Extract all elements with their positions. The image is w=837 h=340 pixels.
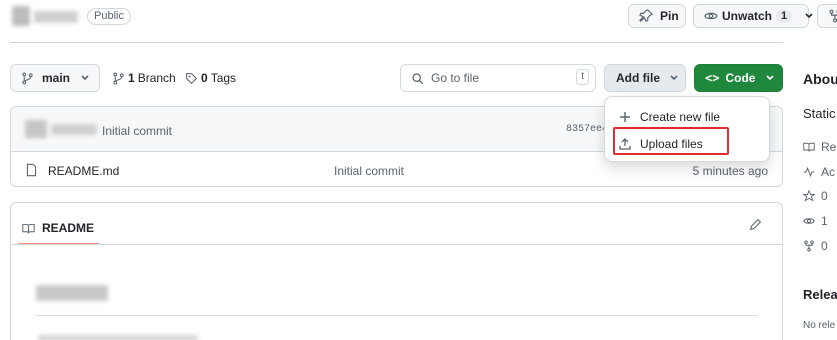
file-icon <box>26 163 37 177</box>
tags-link[interactable]: 0 Tags <box>185 71 236 85</box>
chevron-down-icon <box>81 75 89 81</box>
tag-label: Tags <box>210 71 237 85</box>
commit-hash[interactable]: 8357ee4 <box>566 124 608 135</box>
activity-icon <box>803 166 815 178</box>
readme-header-divider <box>11 244 782 245</box>
readme-tab[interactable]: README <box>18 213 98 243</box>
visibility-badge: Public <box>87 8 131 25</box>
eye-icon <box>704 12 718 20</box>
readme-link[interactable]: Re <box>803 140 836 154</box>
forks-link[interactable]: 0 <box>803 239 828 253</box>
add-file-button[interactable]: Add file <box>604 64 686 92</box>
repo-name[interactable] <box>34 11 78 23</box>
no-releases-text: No rele <box>803 320 836 331</box>
watch-count: 1 <box>776 9 793 23</box>
branch-icon <box>22 72 33 84</box>
repo-description: Static <box>803 106 836 121</box>
add-file-label: Add file <box>616 71 660 85</box>
watchers-link[interactable]: 1 <box>803 214 828 228</box>
create-new-file-label: Create new file <box>640 110 721 124</box>
go-to-file-search[interactable]: Go to file t <box>400 64 596 92</box>
upload-files-highlight <box>613 127 729 155</box>
unwatch-button[interactable]: Unwatch 1 <box>693 4 813 28</box>
fork-icon <box>829 9 837 23</box>
book-icon <box>22 223 35 233</box>
code-button[interactable]: <> Code <box>694 64 783 92</box>
readme-link-label: Re <box>821 140 837 154</box>
branch-icon <box>113 72 124 84</box>
book-icon <box>803 142 815 152</box>
stars-count: 0 <box>821 189 828 203</box>
readme-tab-label: README <box>42 221 95 235</box>
plus-icon <box>620 112 630 122</box>
code-label: Code <box>725 71 756 85</box>
file-name[interactable]: README.md <box>48 164 119 178</box>
fork-icon <box>804 240 814 252</box>
commit-author-name[interactable] <box>51 124 97 135</box>
edit-pencil-icon[interactable] <box>749 218 762 231</box>
commit-author-avatar[interactable] <box>25 120 47 138</box>
branch-name: main <box>42 71 71 85</box>
commit-message[interactable]: Initial commit <box>102 124 172 138</box>
branch-count: 1 <box>128 71 135 85</box>
activity-link-label: Ac <box>821 165 836 179</box>
header-divider <box>10 42 783 43</box>
star-icon <box>803 190 815 202</box>
chevron-down-icon <box>670 75 678 81</box>
chevron-down-icon <box>766 75 775 81</box>
eye-icon <box>803 218 815 224</box>
watchers-count: 1 <box>821 214 828 228</box>
about-heading: Abou <box>803 71 837 87</box>
search-placeholder: Go to file <box>431 71 480 85</box>
readme-body-content <box>38 335 198 340</box>
search-icon <box>412 72 424 84</box>
unwatch-label: Unwatch <box>722 9 773 23</box>
pin-button[interactable]: Pin <box>628 4 686 28</box>
repo-owner-avatar[interactable] <box>12 6 30 26</box>
pin-icon <box>639 9 653 23</box>
activity-link[interactable]: Ac <box>803 165 835 179</box>
fork-button[interactable] <box>817 4 837 28</box>
code-icon: <> <box>705 71 720 85</box>
tag-count: 0 <box>201 71 208 85</box>
releases-heading[interactable]: Relea <box>803 287 837 302</box>
branch-selector[interactable]: main <box>10 64 100 92</box>
stars-link[interactable]: 0 <box>803 189 828 203</box>
tag-icon <box>186 72 198 84</box>
readme-heading-rule <box>36 315 758 316</box>
shortcut-hint: t <box>576 69 589 85</box>
file-time: 5 minutes ago <box>692 164 768 178</box>
pin-label: Pin <box>660 9 679 23</box>
branches-link[interactable]: 1 Branch <box>112 71 176 85</box>
readme-heading-content <box>36 285 108 301</box>
file-commit-message[interactable]: Initial commit <box>334 164 404 178</box>
chevron-down-icon[interactable] <box>804 11 814 21</box>
readme-panel: README <box>10 202 783 340</box>
branch-label: Branch <box>137 71 176 85</box>
forks-count: 0 <box>821 239 828 253</box>
